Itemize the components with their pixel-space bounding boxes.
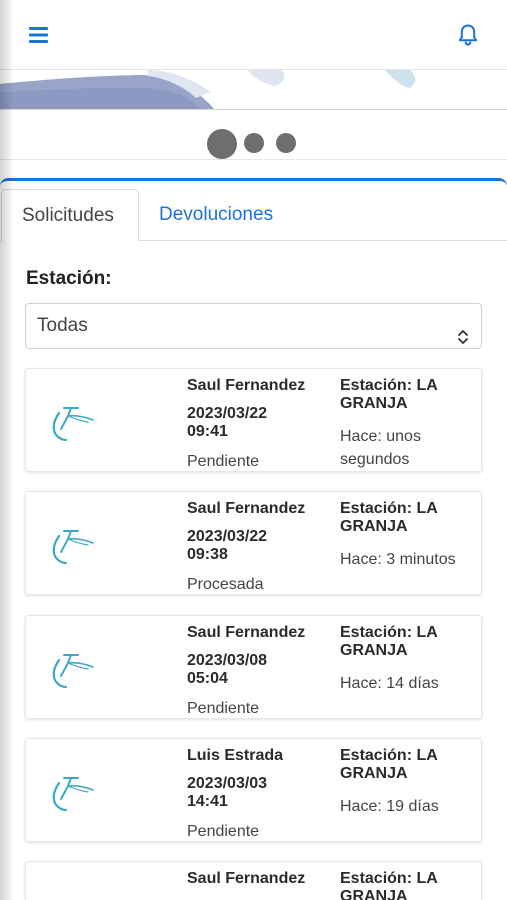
carousel-banner-image[interactable] <box>0 70 507 110</box>
requester-name: Saul Fernandez <box>187 377 306 394</box>
request-station: Estación: LA GRANJA <box>340 500 438 535</box>
request-elapsed: Hace: unos segundos <box>340 428 421 468</box>
request-datetime: 2023/03/03 14:41 <box>187 775 268 810</box>
tab-bar: Solicitudes Devoluciones <box>0 189 507 241</box>
station-filter-label: Estación: <box>26 268 112 289</box>
request-status: Procesada <box>187 576 264 593</box>
request-datetime: 2023/03/08 05:04 <box>187 652 268 687</box>
tab-solicitudes[interactable]: Solicitudes <box>1 189 139 241</box>
carousel-dot[interactable] <box>276 133 296 153</box>
station-select-value: Todas <box>37 315 88 336</box>
bicycle-logo-icon <box>48 644 96 692</box>
request-datetime: 2023/03/22 09:38 <box>187 528 268 563</box>
request-card[interactable]: Saul Fernandez 2023/03/22 09:41 Pendiente… <box>25 368 482 472</box>
carousel-dot-active[interactable] <box>207 129 237 159</box>
select-chevron-icon <box>457 318 469 344</box>
bicycle-logo-icon <box>48 890 96 900</box>
request-station: Estación: LA GRANJA <box>340 377 438 412</box>
request-status: Pendiente <box>187 823 260 840</box>
request-elapsed: Hace: 14 días <box>340 675 439 692</box>
request-status: Pendiente <box>187 700 260 717</box>
request-card[interactable]: Saul Fernandez 2023/03/08 05:04 Pendiente… <box>25 615 482 719</box>
carousel-dot[interactable] <box>244 133 264 153</box>
bicycle-logo-icon <box>48 397 96 445</box>
request-elapsed: Hace: 19 días <box>340 798 439 815</box>
app-header <box>0 0 507 70</box>
request-card[interactable]: Saul Fernandez Estación: LA GRANJA <box>25 861 482 900</box>
request-status: Pendiente <box>187 453 260 470</box>
requester-name: Saul Fernandez <box>187 624 306 641</box>
request-datetime: 2023/03/22 09:41 <box>187 405 268 440</box>
request-station: Estación: LA GRANJA <box>340 624 438 659</box>
request-elapsed: Hace: 3 minutos <box>340 551 456 568</box>
request-station: Estación: LA GRANJA <box>340 747 438 782</box>
requester-name: Luis Estrada <box>187 747 284 764</box>
bell-icon[interactable] <box>455 22 481 48</box>
bicycle-logo-icon <box>48 520 96 568</box>
request-card[interactable]: Luis Estrada 2023/03/03 14:41 Pendiente E… <box>25 738 482 842</box>
tab-devoluciones[interactable]: Devoluciones <box>159 189 273 241</box>
request-station: Estación: LA GRANJA <box>340 870 438 900</box>
requester-name: Saul Fernandez <box>187 500 306 517</box>
hamburger-menu-icon[interactable] <box>28 24 50 46</box>
station-select[interactable]: Todas <box>25 303 482 349</box>
requester-name: Saul Fernandez <box>187 870 306 887</box>
carousel-indicators <box>0 110 507 160</box>
request-card[interactable]: Saul Fernandez 2023/03/22 09:38 Procesada… <box>25 491 482 595</box>
bicycle-logo-icon <box>48 767 96 815</box>
